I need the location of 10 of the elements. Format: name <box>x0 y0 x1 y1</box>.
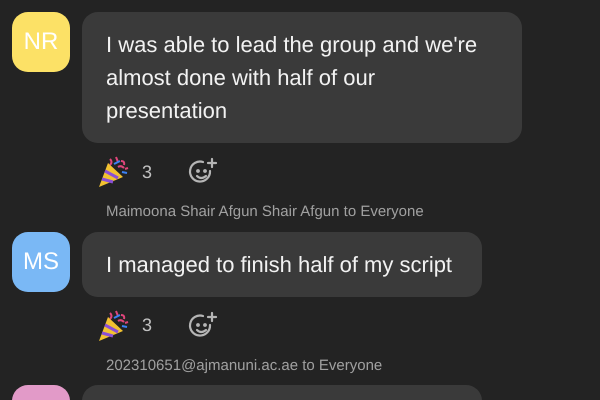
reaction-count: 3 <box>142 314 152 337</box>
avatar: NR <box>12 12 70 72</box>
avatar: MS <box>12 232 70 292</box>
party-popper-icon <box>96 308 130 342</box>
message-bubble: I managed to finish half of my script <box>82 232 482 296</box>
message-bubble: I was able to lead the group and we're almost done with half of our presentation <box>82 12 522 143</box>
sender-label: 202310651@ajmanuni.ac.ae to Everyone <box>106 356 382 376</box>
party-popper-icon <box>96 155 130 189</box>
sender-label: Maimoona Shair Afgun Shair Afgun to Everyone <box>106 202 424 222</box>
reaction-count: 3 <box>142 160 152 184</box>
